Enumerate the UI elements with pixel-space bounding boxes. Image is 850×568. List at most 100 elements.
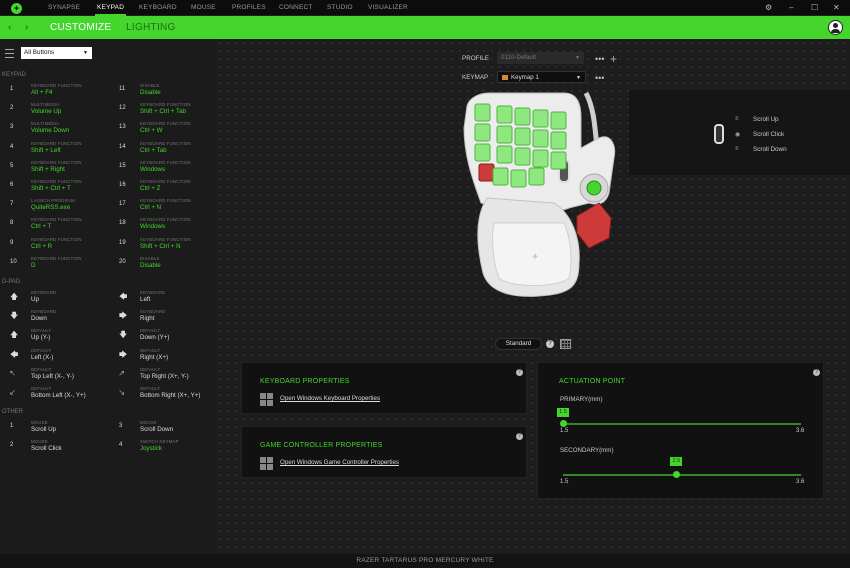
button-number: 5 bbox=[10, 162, 14, 169]
maximize-button[interactable]: ☐ bbox=[811, 0, 818, 16]
sidebar-button-item[interactable]: 🡇 DEFAULT Down (Y+) bbox=[119, 328, 219, 347]
sidebar-button-item[interactable]: 3 MOUSE Scroll Down bbox=[119, 420, 219, 439]
close-button[interactable]: ✕ bbox=[833, 0, 840, 16]
sidebar-button-item[interactable]: 14 KEYBOARD FUNCTION Ctrl + Tab bbox=[119, 141, 219, 160]
primary-slider-handle[interactable] bbox=[559, 420, 567, 427]
sidebar-button-item[interactable]: 4 KEYBOARD FUNCTION Shift + Left bbox=[10, 141, 110, 160]
profile-more-options-icon[interactable]: ••• bbox=[595, 55, 604, 64]
arrow-up-left-icon: 🡔 bbox=[10, 368, 16, 378]
sidebar-button-item[interactable]: 1 KEYBOARD FUNCTION Alt + F4 bbox=[10, 83, 110, 102]
button-number: 7 bbox=[10, 201, 14, 208]
user-avatar-icon[interactable] bbox=[828, 20, 843, 35]
minimize-button[interactable]: – bbox=[789, 0, 793, 16]
info-icon[interactable]: ? bbox=[813, 369, 820, 376]
view-mode-standard-button[interactable]: Standard bbox=[495, 338, 542, 350]
secondary-label: SECONDARY(mm) bbox=[560, 447, 614, 454]
keymap-dropdown[interactable]: Keymap 1 ▼ bbox=[497, 71, 586, 83]
sidebar-button-item[interactable]: 18 KEYBOARD FUNCTION Windows bbox=[119, 217, 219, 236]
open-keyboard-properties-link[interactable]: Open Windows Keyboard Properties bbox=[280, 395, 380, 402]
back-chevron-icon[interactable]: ‹ bbox=[8, 16, 11, 39]
sidebar-button-item[interactable]: 4 SWITCH KEYMAP Joystick bbox=[119, 439, 219, 458]
function-value: Shift + Ctrl + T bbox=[31, 185, 71, 192]
key-cap bbox=[496, 145, 513, 164]
tab-lighting[interactable]: LIGHTING bbox=[126, 16, 176, 39]
secondary-value-badge: 2.5 bbox=[670, 457, 683, 466]
device-name-status: RAZER TARTARUS PRO MERCURY WHITE bbox=[0, 554, 850, 568]
sidebar-button-item[interactable]: 11 DISABLE Disable bbox=[119, 83, 219, 102]
sidebar-button-item[interactable]: 🡅 KEYBOARD Up bbox=[10, 290, 110, 309]
sidebar-button-item[interactable]: 🡅 DEFAULT Up (Y-) bbox=[10, 328, 110, 347]
sidebar-button-item[interactable]: 🡄 DEFAULT Left (X-) bbox=[10, 348, 110, 367]
sidebar-button-item[interactable]: 13 KEYBOARD FUNCTION Ctrl + W bbox=[119, 121, 219, 140]
section-label-dpad: D-PAD bbox=[2, 279, 21, 285]
sidebar-button-item[interactable]: 🡔 DEFAULT Top Left (X-, Y-) bbox=[10, 367, 110, 386]
function-type-label: KEYBOARD FUNCTION bbox=[140, 140, 191, 146]
arrow-down-left-icon: 🡗 bbox=[10, 388, 16, 397]
button-number: 9 bbox=[10, 239, 14, 246]
sidebar-button-item[interactable]: 2 MULTIMEDIA Volume Up bbox=[10, 102, 110, 121]
chevron-down-icon: ▼ bbox=[576, 75, 581, 81]
keyboard-grid-view-icon[interactable] bbox=[560, 339, 571, 349]
primary-max-label: 3.6 bbox=[796, 428, 805, 434]
menu-hamburger-icon[interactable] bbox=[5, 49, 14, 58]
sidebar-button-item[interactable]: 🡄 KEYBOARD Left bbox=[119, 290, 219, 309]
sidebar-button-item[interactable]: 🡖 DEFAULT Bottom Right (X+, Y+) bbox=[119, 386, 219, 405]
button-number: 8 bbox=[10, 220, 14, 227]
windows-icon bbox=[260, 457, 274, 470]
sidebar-button-item[interactable]: 10 KEYBOARD FUNCTION D bbox=[10, 256, 110, 275]
function-type-label: KEYBOARD FUNCTION bbox=[31, 83, 82, 88]
function-type-label: DEFAULT bbox=[31, 386, 52, 391]
button-number: 3 bbox=[119, 423, 123, 429]
function-value: Up bbox=[31, 296, 39, 303]
profile-label: PROFILE bbox=[462, 55, 489, 62]
tab-connect[interactable]: CONNECT bbox=[279, 0, 313, 16]
sidebar-button-item[interactable]: 16 KEYBOARD FUNCTION Ctrl + Z bbox=[119, 179, 219, 198]
add-profile-button[interactable]: + bbox=[610, 52, 617, 66]
key-cap bbox=[550, 131, 567, 150]
sidebar-button-item[interactable]: 🡆 DEFAULT Right (X+) bbox=[119, 348, 219, 367]
info-icon[interactable]: ? bbox=[516, 433, 523, 440]
button-number: 19 bbox=[119, 239, 126, 246]
button-filter-dropdown[interactable]: All Buttons ▼ bbox=[21, 47, 92, 59]
sidebar-button-item[interactable]: 12 KEYBOARD FUNCTION Shift + Ctrl + Tab bbox=[119, 102, 219, 121]
tab-mouse[interactable]: MOUSE bbox=[191, 0, 216, 16]
sidebar-button-item[interactable]: 5 KEYBOARD FUNCTION Shift + Right bbox=[10, 160, 110, 179]
help-icon[interactable]: ? bbox=[546, 340, 554, 348]
button-number: 6 bbox=[10, 182, 14, 188]
sidebar-button-item[interactable]: 🡗 DEFAULT Bottom Left (X-, Y+) bbox=[10, 386, 110, 405]
tab-keypad[interactable]: KEYPAD bbox=[94, 0, 127, 16]
sidebar-button-item[interactable]: 9 KEYBOARD FUNCTION Ctrl + R bbox=[10, 237, 110, 256]
keymap-more-options-icon[interactable]: ••• bbox=[595, 74, 604, 83]
sidebar-button-item[interactable]: 17 KEYBOARD FUNCTION Ctrl + N bbox=[119, 198, 219, 217]
tab-studio[interactable]: STUDIO bbox=[327, 0, 353, 16]
tab-customize[interactable]: CUSTOMIZE bbox=[50, 16, 111, 39]
sidebar-button-item[interactable]: 🡆 KEYBOARD Right bbox=[119, 309, 219, 328]
function-type-label: KEYBOARD bbox=[140, 290, 166, 295]
sidebar-button-item[interactable]: 8 KEYBOARD FUNCTION Ctrl + T bbox=[10, 217, 110, 236]
razer-logo-icon[interactable]: ✦ bbox=[11, 3, 22, 14]
sidebar-button-item[interactable]: 6 KEYBOARD FUNCTION Shift + Ctrl + T bbox=[10, 179, 110, 198]
sidebar-button-item[interactable]: 1 MOUSE Scroll Up bbox=[10, 420, 110, 439]
sidebar-button-item[interactable]: 2 MOUSE Scroll Click bbox=[10, 439, 110, 458]
tab-keyboard[interactable]: KEYBOARD bbox=[139, 0, 177, 16]
primary-slider-track[interactable] bbox=[563, 423, 801, 425]
sidebar-button-item[interactable]: 🡕 DEFAULT Top Right (X+, Y-) bbox=[119, 367, 219, 386]
button-assignment-sidebar: All Buttons ▼ KEYPAD 1 KEYBOARD FUNCTION A… bbox=[0, 39, 216, 554]
sidebar-button-item[interactable]: 7 LAUNCH PROGRAM QuiteRSS.exe bbox=[10, 198, 110, 217]
settings-gear-icon[interactable]: ⚙ bbox=[765, 0, 772, 16]
tab-visualizer[interactable]: VISUALIZER bbox=[368, 0, 408, 16]
forward-chevron-icon[interactable]: › bbox=[25, 16, 28, 39]
open-game-controller-properties-link[interactable]: Open Windows Game Controller Properties bbox=[280, 459, 399, 466]
profile-dropdown[interactable]: 0110-Default ▼ bbox=[497, 52, 584, 64]
arrow-up-icon: 🡅 bbox=[10, 292, 19, 301]
info-icon[interactable]: ? bbox=[516, 369, 523, 376]
secondary-slider-handle[interactable] bbox=[672, 471, 680, 478]
sidebar-button-item[interactable]: 🡇 KEYBOARD Down bbox=[10, 309, 110, 328]
tab-synapse[interactable]: SYNAPSE bbox=[48, 0, 80, 16]
tab-profiles[interactable]: PROFILES bbox=[232, 0, 266, 16]
sidebar-button-item[interactable]: 3 MULTIMEDIA Volume Down bbox=[10, 121, 110, 140]
sidebar-button-item[interactable]: 15 KEYBOARD FUNCTION Windows bbox=[119, 160, 219, 179]
secondary-slider-track[interactable] bbox=[563, 474, 801, 476]
sidebar-button-item[interactable]: 19 KEYBOARD FUNCTION Shift + Ctrl + N bbox=[119, 237, 219, 256]
sidebar-button-item[interactable]: 20 DISABLE Disable bbox=[119, 256, 219, 275]
